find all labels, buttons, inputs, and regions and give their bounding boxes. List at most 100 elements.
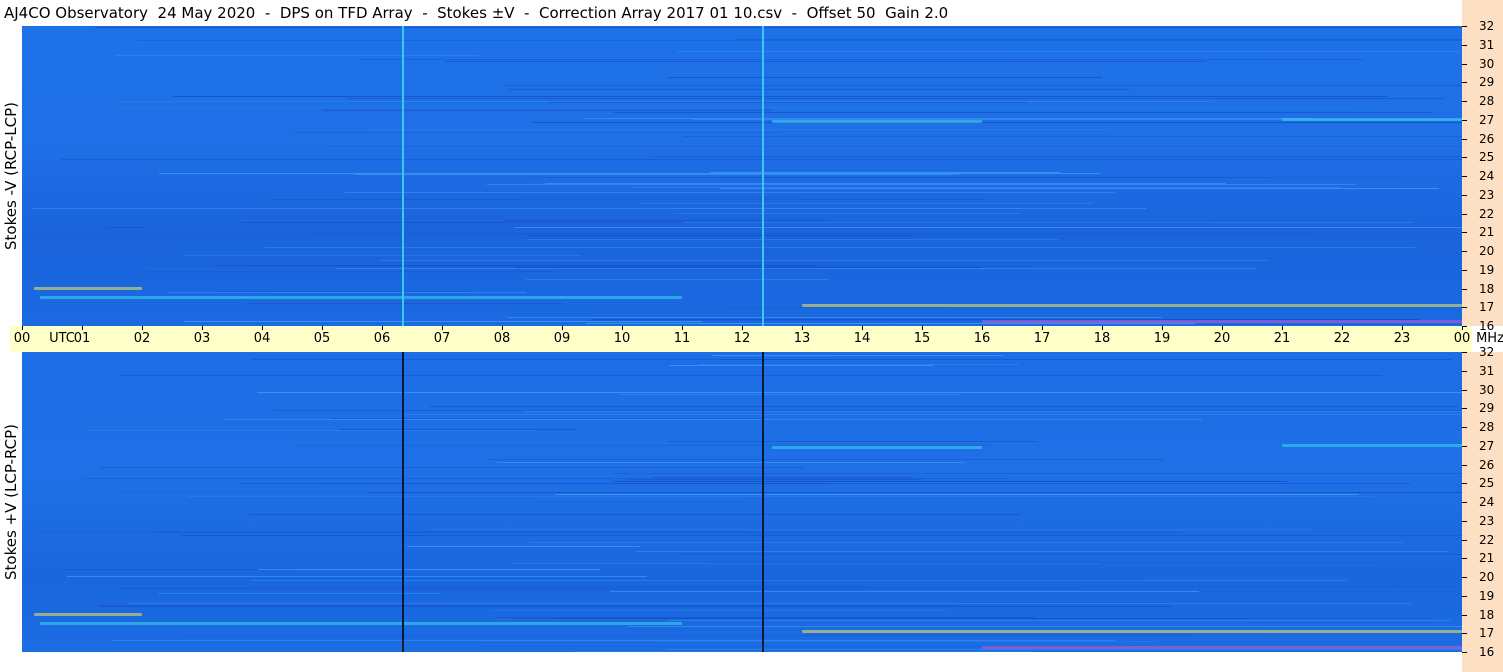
frequency-tick-label: 24 — [1479, 495, 1495, 509]
spectral-band — [138, 40, 1462, 41]
utc-tick-mark — [682, 326, 683, 330]
spectral-band — [724, 307, 947, 308]
utc-tick-label: 05 — [313, 331, 331, 346]
spectral-band — [253, 586, 867, 587]
utc-tick-label: 16 — [973, 331, 991, 346]
spectral-band — [641, 203, 1093, 204]
utc-tick-label: 01 — [73, 331, 91, 346]
frequency-tick-label: 31 — [1479, 363, 1495, 378]
utc-tick-mark — [22, 326, 23, 330]
frequency-tick-label: 30 — [1479, 382, 1495, 397]
spectral-band — [270, 199, 987, 200]
emission-streak — [802, 629, 1462, 633]
frequency-tick-label: 20 — [1479, 244, 1495, 258]
utc-tick-label: 09 — [553, 331, 571, 346]
spectrogram-background — [22, 26, 1462, 326]
frequency-tick-mark — [1462, 138, 1467, 140]
frequency-tick-label: 31 — [1479, 37, 1495, 52]
spectral-band — [614, 112, 1432, 113]
spectral-band — [247, 303, 562, 304]
utc-tick-mark — [1042, 326, 1043, 330]
emission-streak — [982, 320, 1462, 324]
spectral-band — [536, 501, 744, 502]
spectral-band — [100, 467, 804, 468]
utc-tick-label: 06 — [373, 331, 391, 346]
utc-tick-label: 20 — [1213, 331, 1231, 346]
utc-tick-mark — [1282, 326, 1283, 330]
spectral-band — [158, 593, 439, 594]
emission-streak — [34, 612, 142, 616]
spectral-band — [491, 610, 946, 611]
frequency-tick-mark — [1462, 82, 1467, 84]
spectral-band — [487, 184, 1355, 185]
spectral-band — [668, 441, 1038, 442]
spectral-band — [526, 279, 829, 280]
spectral-band — [336, 268, 1256, 269]
spectral-band — [323, 146, 1462, 147]
spectral-band — [530, 542, 1405, 543]
utc-tick-mark — [202, 326, 203, 330]
spectral-band — [666, 649, 1462, 650]
frequency-tick-label: 22 — [1479, 206, 1495, 221]
utc-tick-mark — [1102, 326, 1103, 330]
frequency-tick-label: 17 — [1479, 300, 1495, 315]
frequency-tick-label: 21 — [1479, 551, 1495, 566]
spectral-band — [215, 265, 818, 266]
top-panel-ylabel: Stokes -V (RCP-LCP) — [0, 26, 22, 326]
frequency-tick-label: 30 — [1479, 56, 1495, 71]
frequency-tick-mark — [1462, 464, 1467, 466]
spectral-band — [585, 118, 1309, 119]
spectral-band — [348, 98, 1444, 99]
spectral-band — [355, 174, 959, 175]
frequency-tick-label: 23 — [1479, 513, 1495, 528]
utc-tick-mark — [922, 326, 923, 330]
stokes-minus-v-spectrogram — [22, 26, 1462, 326]
stokes-plus-v-spectrogram — [22, 352, 1462, 652]
spectral-band — [223, 419, 1202, 420]
frequency-tick-mark — [1462, 119, 1467, 121]
spectral-band — [250, 580, 1347, 581]
frequency-tick-mark — [1462, 502, 1467, 503]
spectral-band — [167, 292, 526, 293]
frequency-tick-label: 20 — [1479, 570, 1495, 584]
frequency-tick-mark — [1462, 213, 1467, 215]
frequency-tick-mark — [1462, 232, 1467, 234]
emission-streak — [40, 296, 682, 299]
frequency-tick-mark — [1462, 101, 1467, 102]
utc-tick-mark — [142, 326, 143, 330]
spectral-band — [108, 227, 515, 228]
spectral-band — [636, 551, 1449, 552]
frequency-tick-label: 26 — [1479, 457, 1495, 472]
frequency-tick-mark — [1462, 558, 1467, 560]
frequency-tick-label: 27 — [1479, 438, 1495, 453]
frequency-tick-mark — [1462, 389, 1467, 391]
frequency-tick-mark — [1462, 370, 1467, 372]
emission-streak — [802, 303, 1462, 307]
spectral-band — [720, 359, 1452, 360]
utc-tick-mark — [1162, 326, 1163, 330]
emission-streak — [772, 119, 982, 123]
utc-tick-label: 10 — [613, 331, 631, 346]
vertical-marker-line — [761, 352, 764, 652]
utc-axis-label: UTC — [49, 331, 75, 346]
spectral-band — [32, 208, 1146, 209]
spectral-band — [526, 177, 1397, 178]
bottom-frequency-axis: 16 17 18 19 20 21 22 23 24 25 26 27 28 29 30 31 32 — [1462, 345, 1503, 672]
spectral-band — [95, 27, 1462, 28]
spectral-band — [146, 271, 554, 272]
utc-tick-mark — [262, 326, 263, 330]
spectral-band — [504, 85, 1462, 86]
spectral-band — [88, 430, 537, 431]
spectral-band — [650, 156, 1462, 157]
spectral-band — [366, 129, 1108, 130]
spectral-band — [184, 255, 581, 256]
utc-tick-mark — [322, 326, 323, 330]
utc-tick-mark — [622, 326, 623, 330]
frequency-tick-mark — [1462, 614, 1467, 616]
spectral-band — [507, 317, 1162, 318]
frequency-tick-mark — [1462, 595, 1467, 597]
spectral-band — [555, 494, 1359, 495]
utc-time-axis: 00 01 02 03 04 05 06 07 08 09 10 11 12 13 14 15 16 17 18 19… — [10, 326, 1503, 352]
utc-tick-mark — [562, 326, 563, 330]
spectral-band — [340, 429, 575, 430]
